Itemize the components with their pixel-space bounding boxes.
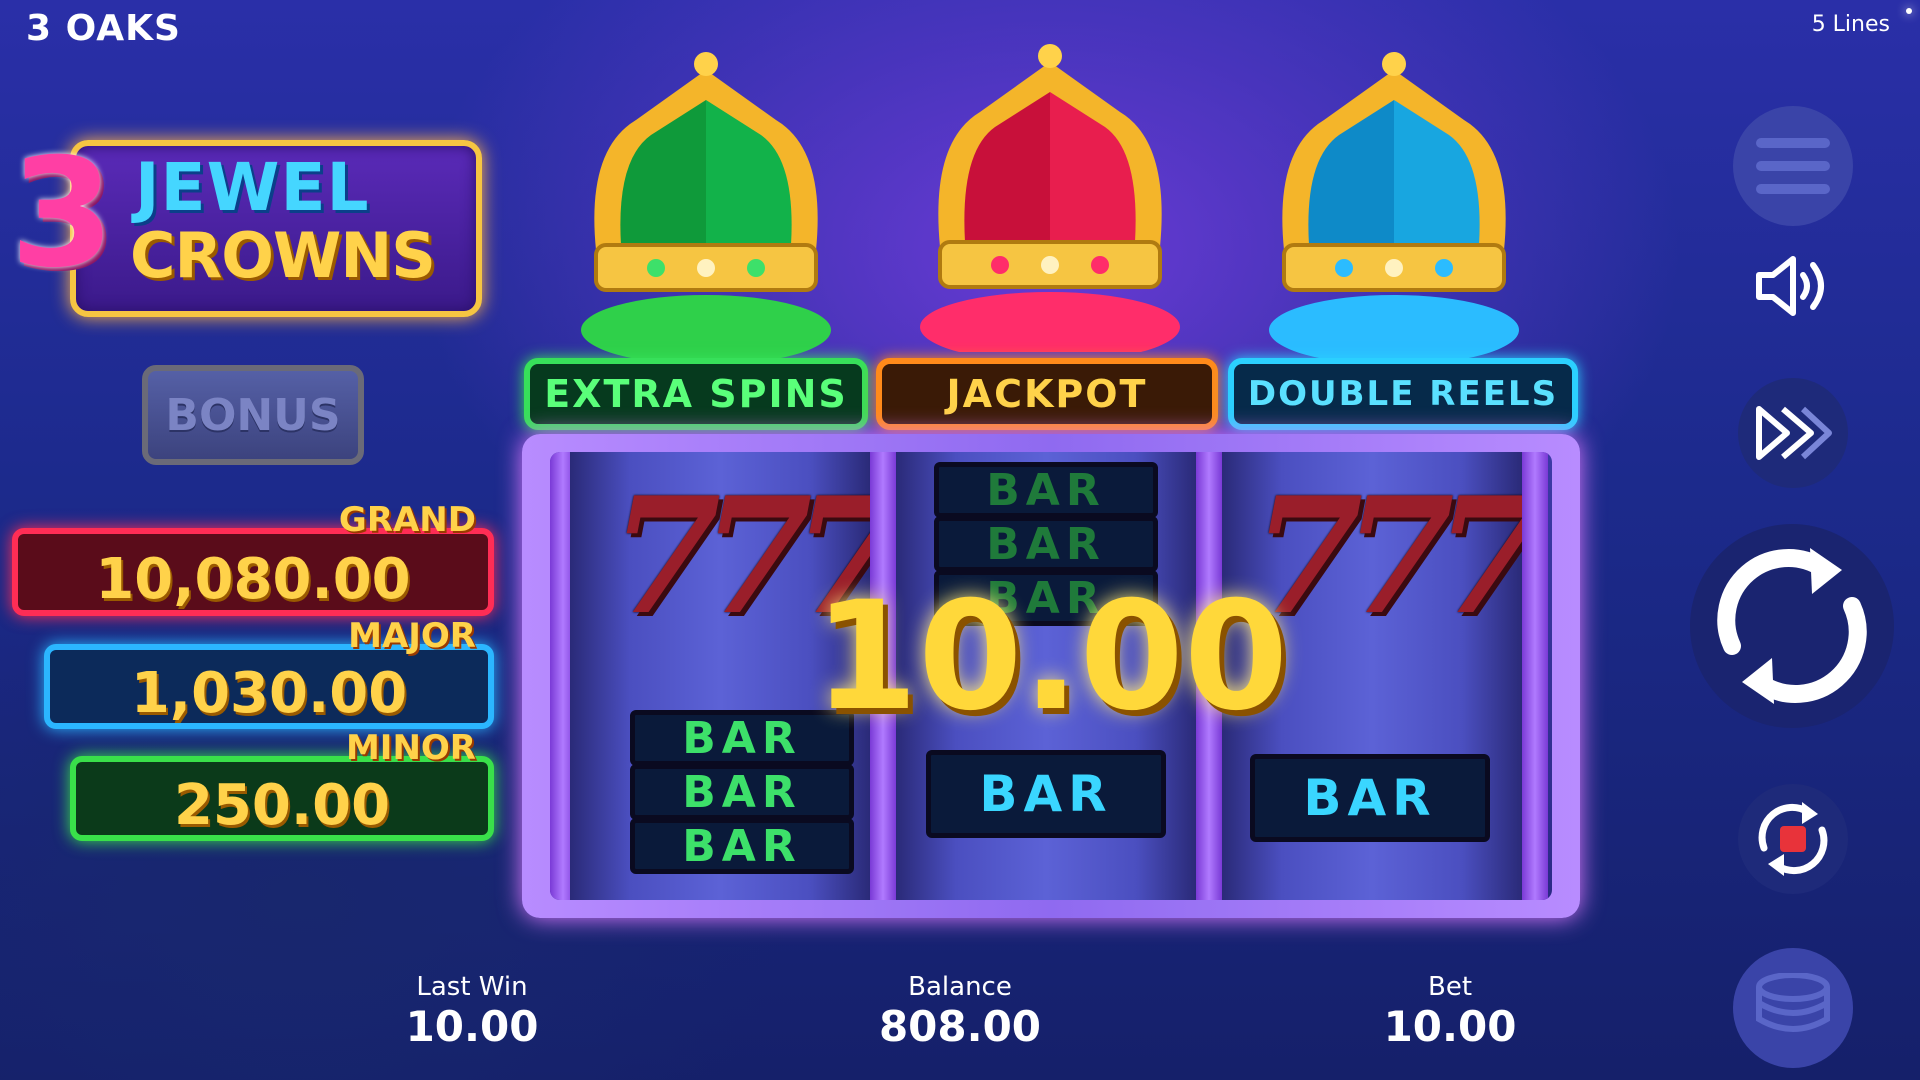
provider-brand: 3 OAKS bbox=[26, 8, 181, 49]
feature-extra-spins: EXTRA SPINS bbox=[524, 358, 868, 430]
jackpot-minor-label: MINOR bbox=[345, 728, 476, 768]
fast-forward-icon bbox=[1756, 406, 1832, 460]
jackpot-grand-value: 10,080.00 bbox=[95, 546, 411, 612]
balance-label: Balance bbox=[908, 972, 1012, 1002]
hamburger-menu-icon bbox=[1756, 138, 1830, 194]
jackpot-minor: MINOR 250.00 bbox=[70, 728, 494, 841]
speaker-icon bbox=[1756, 256, 1824, 316]
last-win-value: 10.00 bbox=[405, 1002, 539, 1051]
bar-symbol: BAR bbox=[934, 516, 1158, 572]
last-win-label: Last Win bbox=[416, 972, 528, 1002]
logo-word-crowns: CROWNS bbox=[130, 219, 436, 292]
bet-label: Bet bbox=[1427, 972, 1473, 1002]
logo-number: 3 bbox=[10, 127, 115, 301]
bonus-button[interactable]: BONUS bbox=[142, 365, 364, 465]
game-logo: 3 JEWEL CROWNS bbox=[10, 127, 482, 317]
feature-double-reels: DOUBLE REELS bbox=[1228, 358, 1578, 430]
feature-jackpot: JACKPOT bbox=[876, 358, 1218, 430]
bar-symbol: BAR bbox=[926, 750, 1166, 838]
autoplay-button[interactable] bbox=[1738, 784, 1848, 894]
turbo-button[interactable] bbox=[1738, 378, 1848, 488]
jackpot-major: MAJOR 1,030.00 bbox=[44, 616, 494, 729]
bar-symbol: BAR bbox=[1250, 754, 1490, 842]
last-win-stat: Last Win 10.00 bbox=[352, 972, 592, 1051]
balance-stat: Balance 808.00 bbox=[840, 972, 1080, 1051]
spin-button[interactable] bbox=[1690, 524, 1894, 728]
bet-stat: Bet 10.00 bbox=[1330, 972, 1570, 1051]
lines-indicator: 5 Lines bbox=[1811, 12, 1890, 37]
win-amount-display: 10.00 bbox=[813, 570, 1289, 744]
jackpot-minor-value: 250.00 bbox=[173, 773, 391, 838]
autoplay-stop-icon bbox=[1758, 802, 1828, 876]
jackpot-major-label: MAJOR bbox=[348, 616, 476, 656]
red-crown-icon bbox=[910, 42, 1190, 362]
menu-button[interactable] bbox=[1733, 106, 1853, 226]
bet-button[interactable] bbox=[1733, 948, 1853, 1068]
jackpot-grand: GRAND 10,080.00 bbox=[12, 500, 494, 616]
sparkle-decoration bbox=[1906, 8, 1912, 14]
green-crown-icon bbox=[566, 50, 846, 365]
bar-symbol: BAR bbox=[630, 818, 854, 874]
balance-value: 808.00 bbox=[878, 1002, 1042, 1051]
logo-word-jewel: JEWEL bbox=[135, 149, 370, 226]
sound-button[interactable] bbox=[1748, 246, 1838, 326]
bar-symbol: BAR bbox=[630, 764, 854, 820]
spin-icon bbox=[1717, 548, 1867, 704]
blue-crown-icon bbox=[1254, 50, 1534, 365]
bar-symbol: BAR bbox=[934, 462, 1158, 518]
bet-value: 10.00 bbox=[1383, 1002, 1517, 1051]
coin-stack-icon bbox=[1756, 973, 1830, 1032]
jackpot-grand-label: GRAND bbox=[338, 500, 476, 540]
jackpot-major-value: 1,030.00 bbox=[130, 661, 408, 726]
